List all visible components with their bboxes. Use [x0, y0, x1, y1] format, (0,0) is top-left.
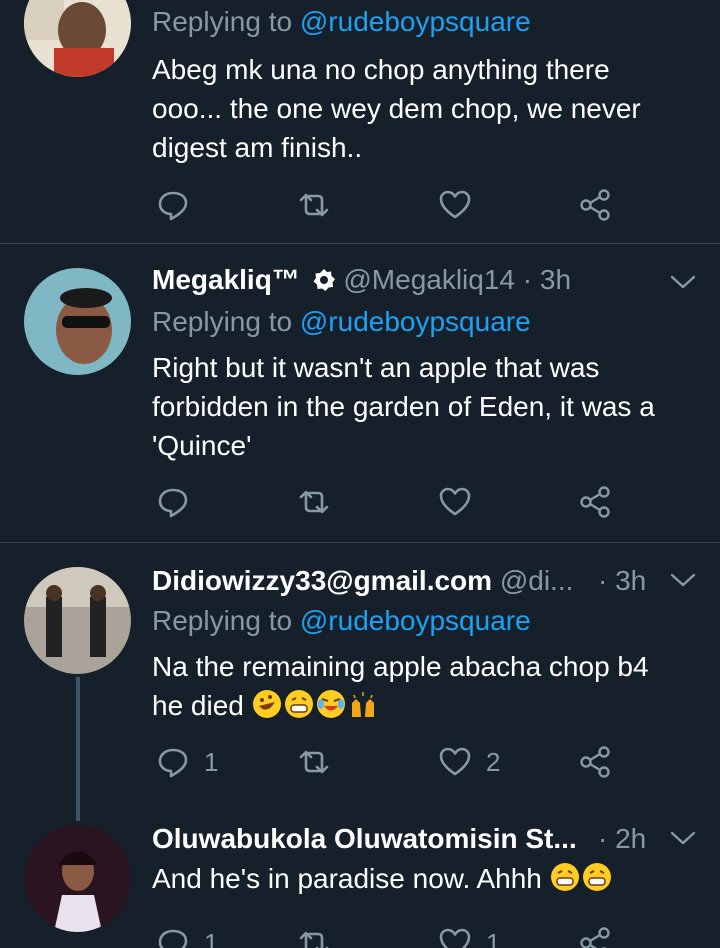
mention-link[interactable]: @rudeboypsquare: [300, 605, 531, 636]
reply-button[interactable]: 1: [156, 742, 218, 782]
retweet-button[interactable]: [297, 185, 331, 225]
display-name[interactable]: Oluwabukola Oluwatomisin St...: [152, 823, 577, 854]
share-button[interactable]: [578, 923, 612, 948]
retweet-icon: [299, 931, 329, 948]
retweet-button[interactable]: [297, 923, 331, 948]
like-button[interactable]: [438, 482, 472, 522]
reply-icon: [158, 748, 188, 778]
tweet-2[interactable]: Megakliq™ @Megakliq14 · 3h Replying to @…: [0, 244, 720, 542]
heart-icon: [439, 928, 471, 948]
tweet-text: Right but it wasn't an apple that was fo…: [152, 352, 655, 461]
tweet-header: Megakliq™ @Megakliq14 · 3h: [152, 264, 720, 304]
heart-icon: [439, 190, 471, 219]
tweet-1[interactable]: Replying to @rudeboypsquare Abeg mk una …: [0, 0, 720, 243]
chevron-down-icon[interactable]: [670, 274, 696, 290]
tweet-text: Abeg mk una no chop anything there ooo..…: [152, 54, 641, 163]
timestamp[interactable]: · 2h: [598, 823, 646, 855]
heart-icon: [439, 747, 471, 776]
reply-icon: [158, 929, 188, 948]
rolling-laughing-emoji: [252, 689, 282, 719]
tweet-3[interactable]: Didiowizzy33@gmail.com @di... · 3h Reply…: [0, 543, 720, 821]
reply-icon: [158, 191, 188, 221]
share-button[interactable]: [578, 482, 612, 522]
share-icon: [580, 746, 610, 778]
replying-to: Replying to @rudeboypsquare: [152, 6, 531, 37]
avatar[interactable]: [24, 0, 131, 77]
grinning-emoji: [550, 862, 580, 892]
tweet-actions: [152, 482, 672, 522]
timestamp[interactable]: · 3h: [598, 565, 646, 597]
crying-laughing-emoji: [316, 689, 346, 719]
user-handle[interactable]: @di...: [500, 565, 574, 596]
retweet-button[interactable]: [297, 742, 331, 782]
chevron-down-icon[interactable]: [670, 572, 696, 588]
like-count: 1: [486, 927, 501, 948]
tweet-actions: [152, 185, 672, 225]
heart-icon: [439, 487, 471, 516]
chevron-down-icon[interactable]: [670, 830, 696, 846]
replying-to: Replying to @rudeboypsquare: [152, 306, 531, 337]
reply-icon: [158, 488, 188, 518]
tweet-4[interactable]: Oluwabukola Oluwatomisin St... · 2h And …: [0, 813, 720, 948]
grinning-emoji: [284, 689, 314, 719]
badge-icon: [313, 269, 335, 291]
reply-button[interactable]: [156, 185, 190, 225]
user-handle[interactable]: @Megakliq14: [343, 264, 515, 295]
raised-hands-emoji: [348, 689, 378, 719]
display-name[interactable]: Didiowizzy33@gmail.com: [152, 565, 492, 596]
grinning-emoji: [582, 862, 612, 892]
avatar[interactable]: [24, 268, 131, 375]
share-button[interactable]: [578, 742, 612, 782]
share-icon: [580, 486, 610, 518]
reply-button[interactable]: [156, 482, 190, 522]
display-name[interactable]: Megakliq™: [152, 264, 300, 295]
mention-link[interactable]: @rudeboypsquare: [300, 306, 531, 337]
retweet-icon: [299, 193, 329, 217]
tweet-actions: 1 2: [152, 742, 672, 782]
share-button[interactable]: [578, 185, 612, 225]
mention-link[interactable]: @rudeboypsquare: [300, 6, 531, 37]
retweet-button[interactable]: [297, 482, 331, 522]
timestamp[interactable]: · 3h: [523, 264, 571, 295]
avatar[interactable]: [24, 825, 131, 932]
reply-button[interactable]: 1: [156, 923, 218, 948]
replying-to: Replying to @rudeboypsquare: [152, 605, 531, 636]
like-button[interactable]: [438, 185, 472, 225]
tweet-text: And he's in paradise now. Ahhh: [152, 859, 697, 898]
retweet-icon: [299, 750, 329, 774]
share-icon: [580, 189, 610, 221]
reply-count: 1: [204, 746, 219, 777]
like-button[interactable]: 2: [438, 742, 500, 782]
retweet-icon: [299, 490, 329, 514]
avatar[interactable]: [24, 567, 131, 674]
like-button[interactable]: 1: [438, 923, 500, 948]
share-icon: [580, 927, 610, 948]
like-count: 2: [486, 746, 501, 777]
tweet-actions: 1 1: [152, 923, 672, 948]
tweet-text: Na the remaining apple abacha chop b4 he…: [152, 651, 649, 721]
thread-line: [76, 677, 80, 821]
reply-count: 1: [204, 927, 219, 948]
